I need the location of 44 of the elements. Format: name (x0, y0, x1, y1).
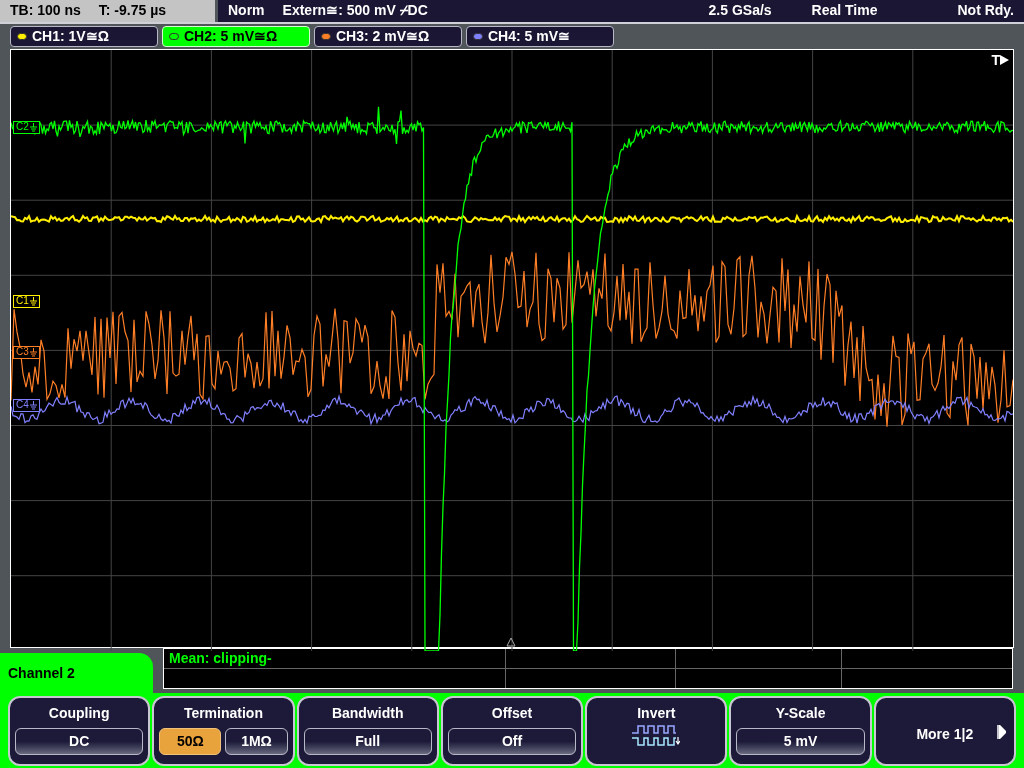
softkey-title: Invert (637, 704, 676, 722)
option-button[interactable]: 50Ω (159, 728, 222, 755)
channel-marker[interactable]: C4 (13, 398, 40, 412)
softkey-title: Y-Scale (775, 704, 826, 722)
softkey-title: Termination (183, 704, 263, 722)
timebase-text: TB: 100 ns (10, 1, 81, 21)
option-button[interactable]: Off (447, 728, 577, 755)
softkey-title: Bandwidth (331, 704, 404, 722)
channel-tab[interactable]: CH2: 5 mV≅Ω (162, 25, 310, 47)
ground-icon (29, 347, 37, 357)
softkey[interactable]: Termination 50Ω 1MΩ (152, 696, 295, 766)
option-button[interactable]: 5 mV (736, 728, 865, 755)
trigger-position-label: T (991, 52, 1000, 67)
option-button[interactable]: DC (15, 728, 144, 755)
trigger-time-text: T: -9.75 µs (98, 1, 167, 21)
softkey-title: Coupling (48, 704, 110, 722)
right-arrow-icon (1000, 54, 1009, 65)
channel-marker[interactable]: C2 (13, 120, 40, 134)
ground-icon (29, 400, 37, 410)
channel-tab[interactable]: CH4: 5 mV≅ (466, 25, 614, 47)
ground-icon (29, 122, 37, 132)
softkey-title: Offset (491, 704, 533, 722)
softkey[interactable]: Offset Off (440, 696, 584, 766)
channel-tab[interactable]: CH3: 2 mV≅Ω (314, 25, 462, 47)
channel-tab[interactable]: CH1: 1V≅Ω (10, 25, 158, 47)
option-button[interactable]: 1MΩ (225, 728, 288, 755)
measurement-text: Mean: clipping- (164, 649, 506, 669)
softkey[interactable]: Bandwidth Full (296, 696, 439, 766)
invert-waveform-icon (632, 725, 681, 747)
option-button[interactable]: Full (303, 728, 432, 755)
acquisition-state-text: Not Rdy. (957, 1, 1014, 21)
trigger-point-icon (506, 637, 516, 648)
ground-icon (29, 296, 37, 306)
trigger-mode-text: Norm (228, 1, 265, 21)
softkey[interactable]: Coupling DC (8, 696, 151, 766)
softkey[interactable]: Invert (585, 696, 728, 766)
sample-rate-text: 2.5 GSa/s (708, 1, 772, 21)
softkey[interactable]: Y-Scale 5 mV (729, 696, 872, 766)
next-page-icon (996, 725, 1006, 739)
acquisition-mode-text: Real Time (811, 1, 878, 21)
channel-marker[interactable]: C1 (13, 294, 40, 308)
trigger-source-text: Extern≅: 500 mV ⌿DC (282, 1, 428, 21)
channel-marker[interactable]: C3 (13, 345, 40, 359)
more-softkey[interactable]: More 1|2 (873, 696, 1016, 766)
